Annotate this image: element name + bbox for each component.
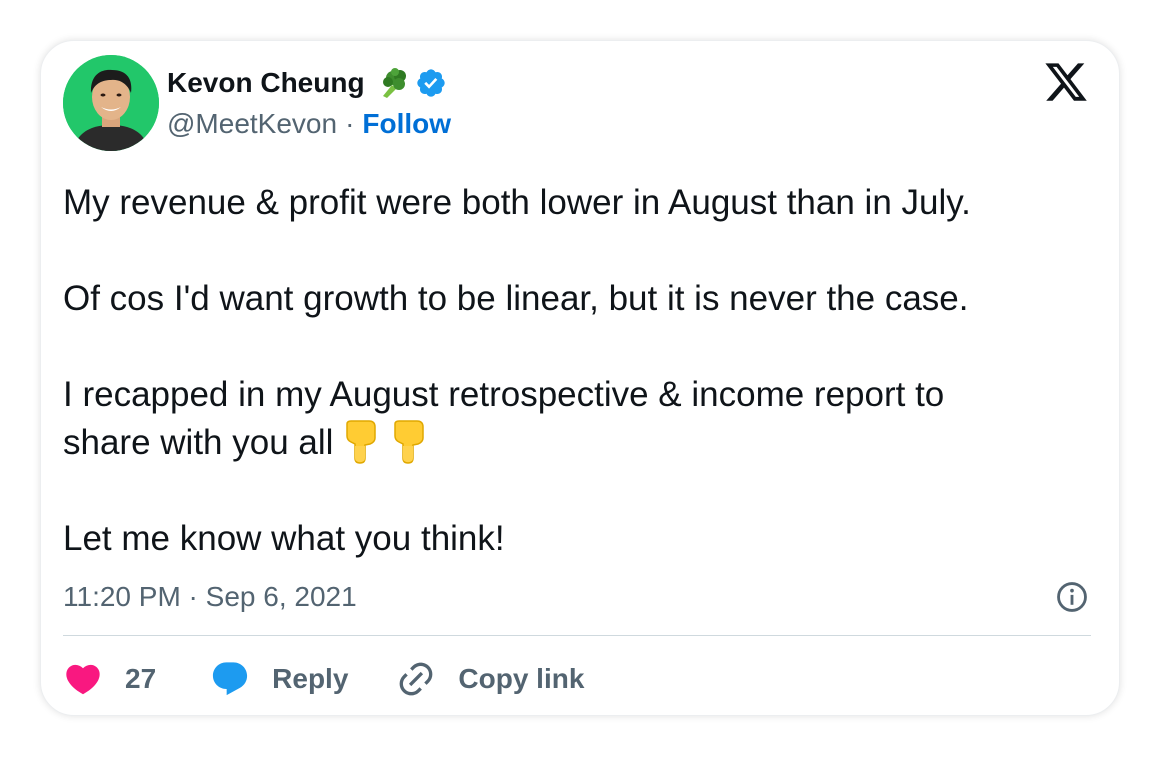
avatar-photo [63,55,159,151]
like-count: 27 [125,663,157,694]
reply-button[interactable]: Reply [210,659,348,699]
avatar[interactable] [63,55,159,151]
author-handle[interactable]: @MeetKevon [167,108,337,140]
info-icon[interactable] [1055,580,1089,614]
pointing-down-icon [346,420,377,464]
verified-badge-icon [416,69,445,97]
author-name[interactable]: Kevon Cheung [167,67,365,99]
x-logo-icon[interactable] [1043,59,1089,105]
author-handle-row: @MeetKevon · Follow [167,107,451,141]
tweet-paragraph: share with you all [63,423,334,462]
pointing-down-icon [394,420,425,464]
tweet-paragraph: Of cos I'd want growth to be linear, but… [63,279,969,318]
tweet-timestamp[interactable]: 11:20 PM · Sep 6, 2021 [63,581,357,613]
like-button[interactable]: 27 [63,659,156,699]
tweet-actions: 27 Reply Copy link [63,657,584,701]
tweet-text: My revenue & profit were both lower in A… [63,179,1103,563]
tweet-paragraph: Let me know what you think! [63,519,505,558]
reply-bubble-icon [213,662,248,696]
copy-link-button[interactable]: Copy link [396,659,584,699]
tweet-paragraph: My revenue & profit were both lower in A… [63,183,971,222]
link-icon [400,662,433,696]
follow-button[interactable]: Follow [362,108,451,140]
heart-icon [66,664,100,695]
tweet-paragraph-with-emoji: share with you all [63,419,1103,467]
divider [63,635,1091,636]
reply-label: Reply [272,663,349,694]
copy-link-label: Copy link [458,663,585,694]
tweet-card: Kevon Cheung @MeetKevon · Follow My reve… [40,40,1120,716]
broccoli-icon [382,68,406,98]
author-name-row: Kevon Cheung [167,63,447,103]
separator-dot: · [345,108,355,139]
tweet-paragraph: I recapped in my August retrospective & … [63,375,945,414]
